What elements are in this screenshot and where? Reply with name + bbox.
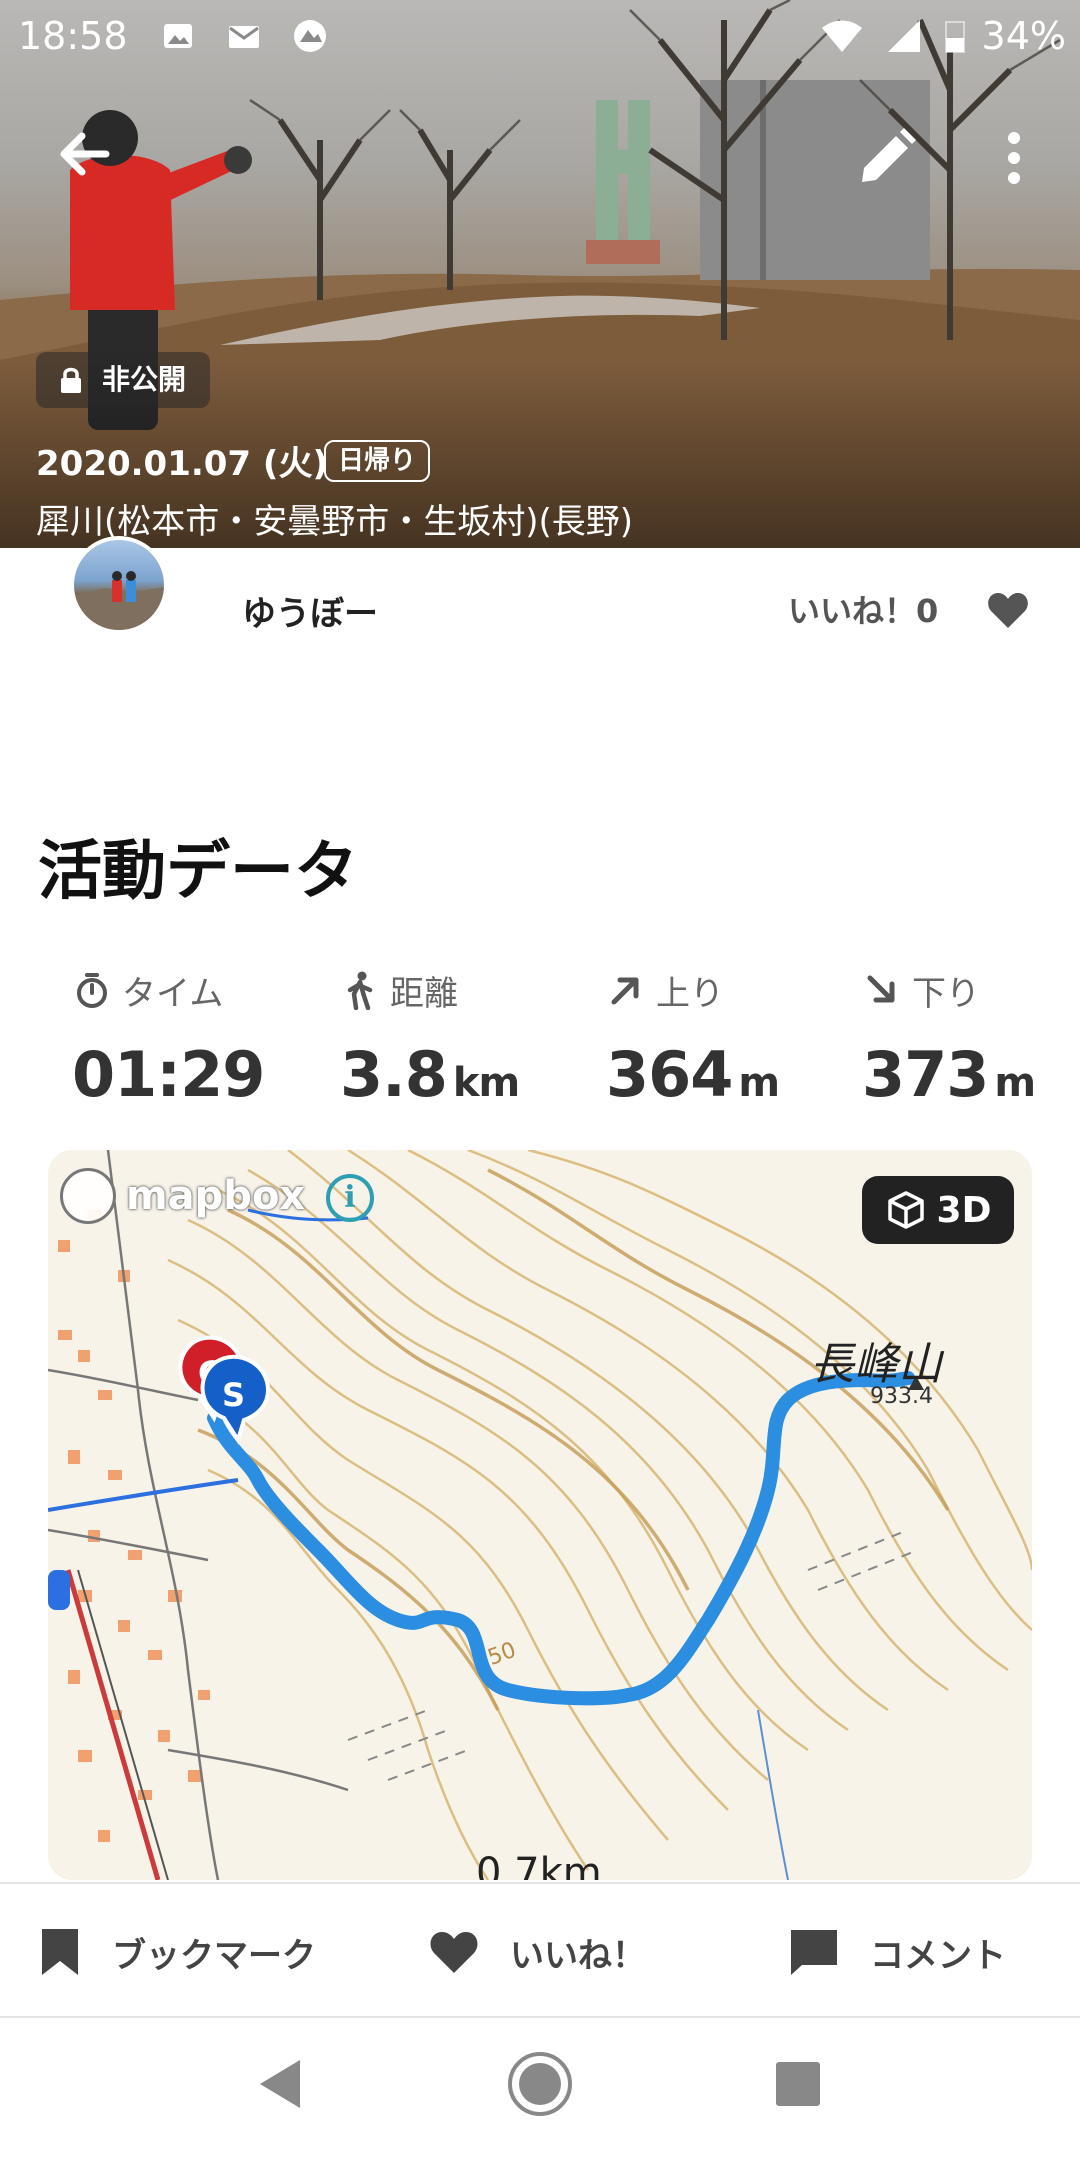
3d-label: 3D: [936, 1189, 992, 1231]
like-label: いいね！: [510, 1935, 646, 1976]
heart-icon[interactable]: [986, 590, 1030, 630]
stat-label: 下り: [912, 973, 980, 1014]
arrow-up-right-icon: [611, 977, 639, 1005]
stat-value: 364: [606, 1038, 733, 1111]
route-line: [207, 1371, 915, 1706]
peak-elevation: 933.4: [870, 1384, 933, 1409]
map-scale: 0.7km: [476, 1850, 602, 1880]
battery-percent: 34%: [981, 14, 1066, 58]
stat-value: 3.8: [340, 1038, 448, 1111]
app-icon: [294, 20, 326, 52]
activity-date: 2020.01.07 (火): [36, 444, 329, 484]
signal-icon: [888, 20, 920, 52]
nav-back-icon[interactable]: [254, 2056, 304, 2112]
topographic-map: 750 G S: [48, 1150, 1032, 1880]
walker-icon: [347, 971, 373, 1010]
status-bar: 18:58 34%: [0, 0, 1080, 72]
visibility-badge: 非公開: [36, 352, 211, 408]
username[interactable]: ゆうぼー: [242, 586, 378, 635]
mapbox-label: mapbox: [126, 1173, 306, 1219]
lock-icon: [61, 367, 81, 393]
stat-unit: m: [738, 1060, 780, 1106]
comment-label: コメント: [870, 1935, 1006, 1976]
avatar[interactable]: [70, 536, 168, 634]
info-button[interactable]: i: [326, 1174, 374, 1222]
stat-unit: m: [994, 1060, 1036, 1106]
wifi-icon: [822, 20, 862, 52]
bookmark-button[interactable]: ブックマーク: [38, 1884, 316, 2020]
stat-label: 上り: [656, 973, 724, 1014]
stat-distance: 距離 3.8 km: [340, 966, 580, 1111]
avatar-photo: [74, 571, 164, 630]
stopwatch-icon: [77, 973, 107, 1008]
stat-unit: km: [452, 1060, 520, 1106]
start-label: S: [222, 1376, 245, 1414]
like-button[interactable]: いいね！: [428, 1884, 646, 2020]
mapbox-circle-icon: [60, 1168, 116, 1224]
stat-label: 距離: [390, 973, 458, 1014]
system-nav-bar: [0, 2020, 1080, 2160]
stat-value: 373: [862, 1038, 989, 1111]
bookmark-icon: [42, 1929, 78, 1975]
comment-icon: [791, 1930, 837, 1975]
trip-type-badge: 日帰り: [324, 440, 431, 482]
nav-recents-icon[interactable]: [774, 2060, 822, 2108]
nav-home-icon[interactable]: [506, 2050, 574, 2118]
arrow-left-icon[interactable]: [48, 118, 120, 190]
stat-time: タイム 01:29: [72, 966, 312, 1111]
stat-label: タイム: [122, 973, 224, 1014]
stat-descent: 下り 373 m: [862, 966, 1080, 1112]
stat-value: 01:29: [72, 1038, 265, 1111]
header-photo: 18:58 34% 非公開 2020.01.07 (火) 日帰り 犀川(松本市・…: [0, 0, 1080, 548]
bookmark-label: ブックマーク: [112, 1935, 316, 1976]
battery-icon: [945, 21, 965, 53]
pencil-icon[interactable]: [850, 122, 922, 194]
visibility-label: 非公開: [102, 363, 187, 396]
activity-data-title: 活動データ: [38, 835, 358, 909]
mail-icon: [229, 26, 259, 48]
route-map[interactable]: 750 G S mapbox i 3D 長峰山 933.4 0.7km: [48, 1150, 1032, 1880]
likes-count: いいね！0: [788, 592, 939, 630]
action-bar: ブックマーク いいね！ コメント: [0, 1882, 1080, 2018]
status-time: 18:58: [18, 14, 128, 58]
3d-button[interactable]: 3D: [862, 1176, 1014, 1244]
mapbox-logo[interactable]: mapbox: [60, 1166, 305, 1226]
comment-button[interactable]: コメント: [788, 1884, 1006, 2020]
more-vertical-icon[interactable]: [990, 122, 1038, 194]
arrow-down-right-icon: [867, 975, 895, 1003]
heart-icon: [430, 1932, 478, 1973]
peak-name: 長峰山: [810, 1339, 942, 1390]
cube-icon: [887, 1191, 924, 1229]
stat-ascent: 上り 364 m: [606, 966, 846, 1112]
image-icon: [164, 24, 192, 48]
